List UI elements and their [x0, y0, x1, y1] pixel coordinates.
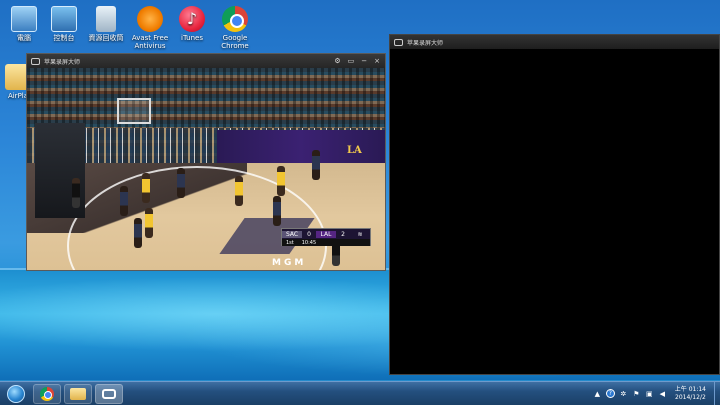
player	[312, 150, 320, 180]
tray-date: 2014/12/2	[675, 393, 706, 401]
window-title: 苹果录屏大师	[407, 39, 444, 47]
windows-orb-icon	[7, 384, 25, 403]
team1-name: SAC	[282, 230, 302, 238]
network-logo-icon: ≋	[357, 230, 363, 238]
team2-name: LAL	[316, 230, 336, 238]
taskbar-chrome[interactable]	[33, 383, 61, 404]
team1-score: 0	[307, 230, 311, 238]
system-tray: ▲ ? ✲ ⚑ ▣ ◀ 上午 01:14 2014/12/2	[593, 386, 714, 402]
close-icon[interactable]: ×	[374, 57, 380, 65]
itunes-icon: ♪	[179, 6, 205, 32]
player	[145, 208, 153, 238]
mirror-window-video[interactable]: 苹果录屏大师 ⚙ ▭ − × LA MGM SAC 0 LAL 2 ≋ 1st …	[26, 53, 386, 271]
chrome-icon	[222, 6, 248, 32]
flag-icon[interactable]: ⚑	[632, 389, 641, 398]
taskbar: ▲ ? ✲ ⚑ ▣ ◀ 上午 01:14 2014/12/2	[0, 381, 720, 405]
desktop-icon-control-panel[interactable]: 控制台	[40, 4, 88, 42]
backboard	[117, 98, 151, 124]
taskbar-mirror-app[interactable]	[95, 383, 123, 404]
help-icon[interactable]: ?	[605, 389, 615, 398]
player	[177, 168, 185, 198]
mirror-app-icon	[31, 57, 40, 65]
player	[277, 166, 285, 196]
tray-expand-icon[interactable]: ▲	[593, 389, 602, 398]
window-title: 苹果录屏大师	[44, 58, 81, 66]
avast-icon	[137, 6, 163, 32]
mirror-app-icon	[102, 388, 116, 399]
show-desktop-button[interactable]	[714, 381, 720, 405]
desktop-icon-itunes[interactable]: ♪ iTunes	[168, 4, 216, 42]
desktop-icon-label: Avast Free Antivirus	[131, 34, 169, 50]
restore-icon[interactable]: ▭	[348, 57, 355, 65]
score-bug: SAC 0 LAL 2 ≋ 1st 10:45	[281, 228, 371, 246]
led-board-text: LA	[347, 145, 362, 156]
chrome-icon	[40, 386, 54, 401]
player	[273, 196, 281, 226]
referee	[72, 178, 80, 208]
game-clock: 10:45	[301, 239, 317, 246]
window-titlebar[interactable]: 苹果录屏大师	[390, 35, 719, 49]
start-button[interactable]	[2, 383, 30, 405]
mirror-display-area[interactable]	[390, 49, 719, 374]
mirror-app-icon	[394, 38, 403, 46]
desktop-icon-chrome[interactable]: Google Chrome	[211, 4, 259, 50]
desktop-icon-avast[interactable]: Avast Free Antivirus	[126, 4, 174, 50]
mirror-window-black[interactable]: 苹果录屏大师	[389, 34, 720, 375]
minimize-icon[interactable]: −	[361, 57, 367, 65]
player	[235, 176, 243, 206]
folder-icon	[70, 387, 86, 400]
player	[120, 186, 128, 216]
computer-icon	[11, 6, 37, 32]
network-icon[interactable]: ▣	[645, 389, 654, 398]
tray-clock[interactable]: 上午 01:14 2014/12/2	[675, 386, 706, 402]
player	[142, 173, 150, 203]
team2-score: 2	[341, 230, 345, 238]
tray-time: 上午 01:14	[674, 385, 706, 393]
taskbar-explorer[interactable]	[64, 383, 92, 404]
recycle-bin-icon	[96, 6, 116, 32]
desktop-icon-label: iTunes	[181, 34, 203, 42]
control-panel-icon	[51, 6, 77, 32]
window-titlebar[interactable]: 苹果录屏大师 ⚙ ▭ − ×	[27, 54, 385, 68]
desktop-icon-label: 資源回收筒	[88, 34, 124, 42]
court-logo-text: MGM	[272, 258, 307, 268]
desktop-icon-recycle-bin[interactable]: 資源回收筒	[82, 4, 130, 42]
desktop-icon-label: Google Chrome	[221, 34, 249, 50]
desktop-icon-label: 控制台	[53, 34, 75, 42]
settings-icon[interactable]: ✲	[619, 389, 628, 398]
volume-icon[interactable]: ◀	[658, 389, 667, 398]
player	[134, 218, 142, 248]
settings-gear-icon[interactable]: ⚙	[334, 57, 340, 65]
game-period: 1st	[286, 239, 294, 246]
basketball-video-frame[interactable]: LA MGM SAC 0 LAL 2 ≋ 1st 10:45	[27, 68, 385, 270]
